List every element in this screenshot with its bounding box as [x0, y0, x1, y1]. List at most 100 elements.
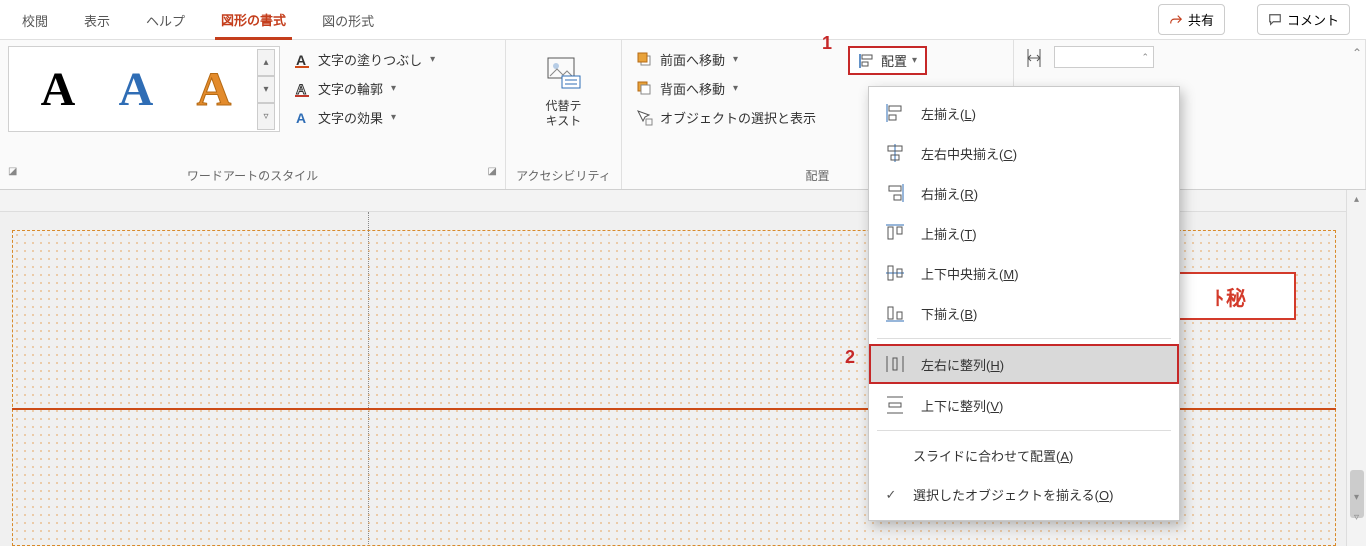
align-left-label: 左揃え(L): [921, 104, 976, 123]
comment-icon: [1268, 13, 1282, 27]
text-effects-button[interactable]: A 文字の効果 ▾: [288, 104, 441, 131]
align-center-h-item[interactable]: 左右中央揃え(C): [869, 133, 1179, 173]
text-fill-label: 文字の塗りつぶし: [318, 50, 422, 69]
align-label: 配置: [881, 51, 907, 70]
distribute-vertically-item[interactable]: 上下に整列(V): [869, 385, 1179, 425]
align-left-item[interactable]: 左揃え(L): [869, 93, 1179, 133]
confidential-badge[interactable]: ﾄ秘: [1166, 272, 1296, 320]
gallery-scroll-up-icon[interactable]: ▴: [257, 49, 275, 76]
align-icon: [858, 52, 876, 70]
text-outline-icon: A: [294, 80, 312, 98]
align-bottom-icon: [883, 303, 907, 323]
scroll-up-icon[interactable]: ▴: [1347, 190, 1366, 208]
tab-help[interactable]: ヘルプ: [140, 1, 191, 38]
chevron-down-icon: ▾: [733, 83, 738, 94]
tab-review[interactable]: 校閲: [16, 1, 54, 38]
chevron-down-icon: ▾: [912, 55, 917, 66]
gallery-more-icon[interactable]: ▿: [257, 103, 275, 130]
align-right-item[interactable]: 右揃え(R): [869, 173, 1179, 213]
wordart-sample-3[interactable]: A: [175, 57, 253, 121]
size-height-icon: [1022, 46, 1046, 70]
chevron-down-icon: ▾: [391, 112, 396, 123]
send-backward-icon: [636, 80, 654, 98]
share-button[interactable]: 共有: [1158, 4, 1225, 35]
align-middle-item[interactable]: 上下中央揃え(M): [869, 253, 1179, 293]
text-effects-icon: A: [294, 109, 312, 127]
bring-forward-label: 前面へ移動: [660, 50, 725, 69]
align-left-icon: [883, 103, 907, 123]
comment-button[interactable]: コメント: [1257, 4, 1350, 35]
tab-picture-format[interactable]: 図の形式: [316, 1, 380, 38]
bring-forward-button[interactable]: 前面へ移動 ▾: [630, 46, 822, 73]
send-backward-button[interactable]: 背面へ移動 ▾: [630, 75, 822, 102]
text-fill-icon: A: [294, 51, 312, 69]
chevron-down-icon: ▾: [391, 83, 396, 94]
gallery-scroll-down-icon[interactable]: ▾: [257, 76, 275, 103]
align-top-item[interactable]: 上揃え(T): [869, 213, 1179, 253]
scroll-down-icon[interactable]: ▾: [1347, 488, 1366, 506]
align-middle-icon: [883, 263, 907, 283]
check-icon: [883, 448, 899, 463]
text-outline-button[interactable]: A 文字の輪郭 ▾: [288, 75, 441, 102]
text-fill-button[interactable]: A 文字の塗りつぶし ▾: [288, 46, 441, 73]
group-wordart-styles: A A A ▴ ▾ ▿ A 文字の塗りつぶし ▾ A 文字の輪郭 ▾: [0, 40, 506, 189]
align-to-selection-item[interactable]: ✓ 選択したオブジェクトを揃える(O): [869, 475, 1179, 514]
text-outline-label: 文字の輪郭: [318, 79, 383, 98]
size-height-field[interactable]: ⌃: [1054, 46, 1154, 68]
chevron-down-icon: ▾: [430, 54, 435, 65]
confidential-badge-text: ﾄ秘: [1214, 282, 1248, 311]
menu-separator: [877, 430, 1171, 431]
tab-shape-format[interactable]: 図形の書式: [215, 0, 292, 40]
bring-forward-icon: [636, 51, 654, 69]
distribute-v-label: 上下に整列(V): [921, 396, 1003, 415]
share-icon: [1169, 13, 1183, 27]
wordart-gallery[interactable]: A A A ▴ ▾ ▿: [8, 46, 280, 132]
ribbon-tabs: 校閲 表示 ヘルプ 図形の書式 図の形式 共有 コメント: [0, 0, 1366, 40]
next-slide-icon[interactable]: ▿: [1347, 508, 1366, 526]
align-middle-label: 上下中央揃え(M): [921, 264, 1019, 283]
svg-text:A: A: [296, 81, 306, 97]
distribute-h-icon: [883, 354, 907, 374]
ribbon-scroll-up-icon[interactable]: ⌃: [1352, 46, 1362, 60]
align-right-label: 右揃え(R): [921, 184, 978, 203]
align-to-slide-item[interactable]: スライドに合わせて配置(A): [869, 436, 1179, 475]
align-button[interactable]: 配置 ▾: [848, 46, 927, 75]
stepper-icon[interactable]: ⌃: [1141, 52, 1149, 63]
align-center-h-icon: [883, 143, 907, 163]
align-to-slide-label: スライドに合わせて配置(A): [913, 446, 1073, 465]
group-label-wordart: ◪ ワードアートのスタイル ◪: [8, 164, 497, 187]
group-label-accessibility: アクセシビリティ: [514, 164, 613, 187]
align-right-icon: [883, 183, 907, 203]
group-accessibility: 代替テ キスト アクセシビリティ: [506, 40, 622, 189]
gallery-scroll: ▴ ▾ ▿: [257, 49, 275, 130]
text-effects-label: 文字の効果: [318, 108, 383, 127]
callout-1: 1: [822, 34, 832, 52]
align-center-h-label: 左右中央揃え(C): [921, 144, 1017, 163]
callout-2: 2: [845, 348, 855, 366]
chevron-down-icon: ▾: [733, 54, 738, 65]
align-menu: 左揃え(L) 左右中央揃え(C) 右揃え(R) 上揃え(T) 上下中央揃え(M)…: [868, 86, 1180, 521]
wordart-sample-1[interactable]: A: [19, 57, 97, 121]
menu-separator: [877, 338, 1171, 339]
selection-pane-label: オブジェクトの選択と表示: [660, 108, 816, 127]
wordart-sample-2[interactable]: A: [97, 57, 175, 121]
dialog-launcher-icon[interactable]: ◪: [488, 166, 497, 177]
align-bottom-item[interactable]: 下揃え(B): [869, 293, 1179, 333]
tab-view[interactable]: 表示: [78, 1, 116, 38]
align-bottom-label: 下揃え(B): [921, 304, 977, 323]
vertical-scrollbar[interactable]: ▴ ▾ ▿: [1346, 190, 1366, 546]
comment-label: コメント: [1287, 10, 1339, 29]
share-label: 共有: [1188, 10, 1214, 29]
dialog-launcher-left-icon[interactable]: ◪: [8, 166, 17, 177]
selection-pane-button[interactable]: オブジェクトの選択と表示: [630, 104, 822, 131]
svg-text:A: A: [296, 110, 306, 126]
alt-text-button[interactable]: 代替テ キスト: [527, 46, 601, 135]
alt-text-label: 代替テ キスト: [545, 96, 581, 129]
svg-text:A: A: [296, 52, 306, 68]
check-icon: ✓: [883, 487, 899, 503]
align-top-label: 上揃え(T): [921, 224, 977, 243]
distribute-horizontally-item[interactable]: 左右に整列(H): [869, 344, 1179, 384]
align-to-selection-label: 選択したオブジェクトを揃える(O): [913, 485, 1113, 504]
selection-pane-icon: [636, 109, 654, 127]
align-top-icon: [883, 223, 907, 243]
